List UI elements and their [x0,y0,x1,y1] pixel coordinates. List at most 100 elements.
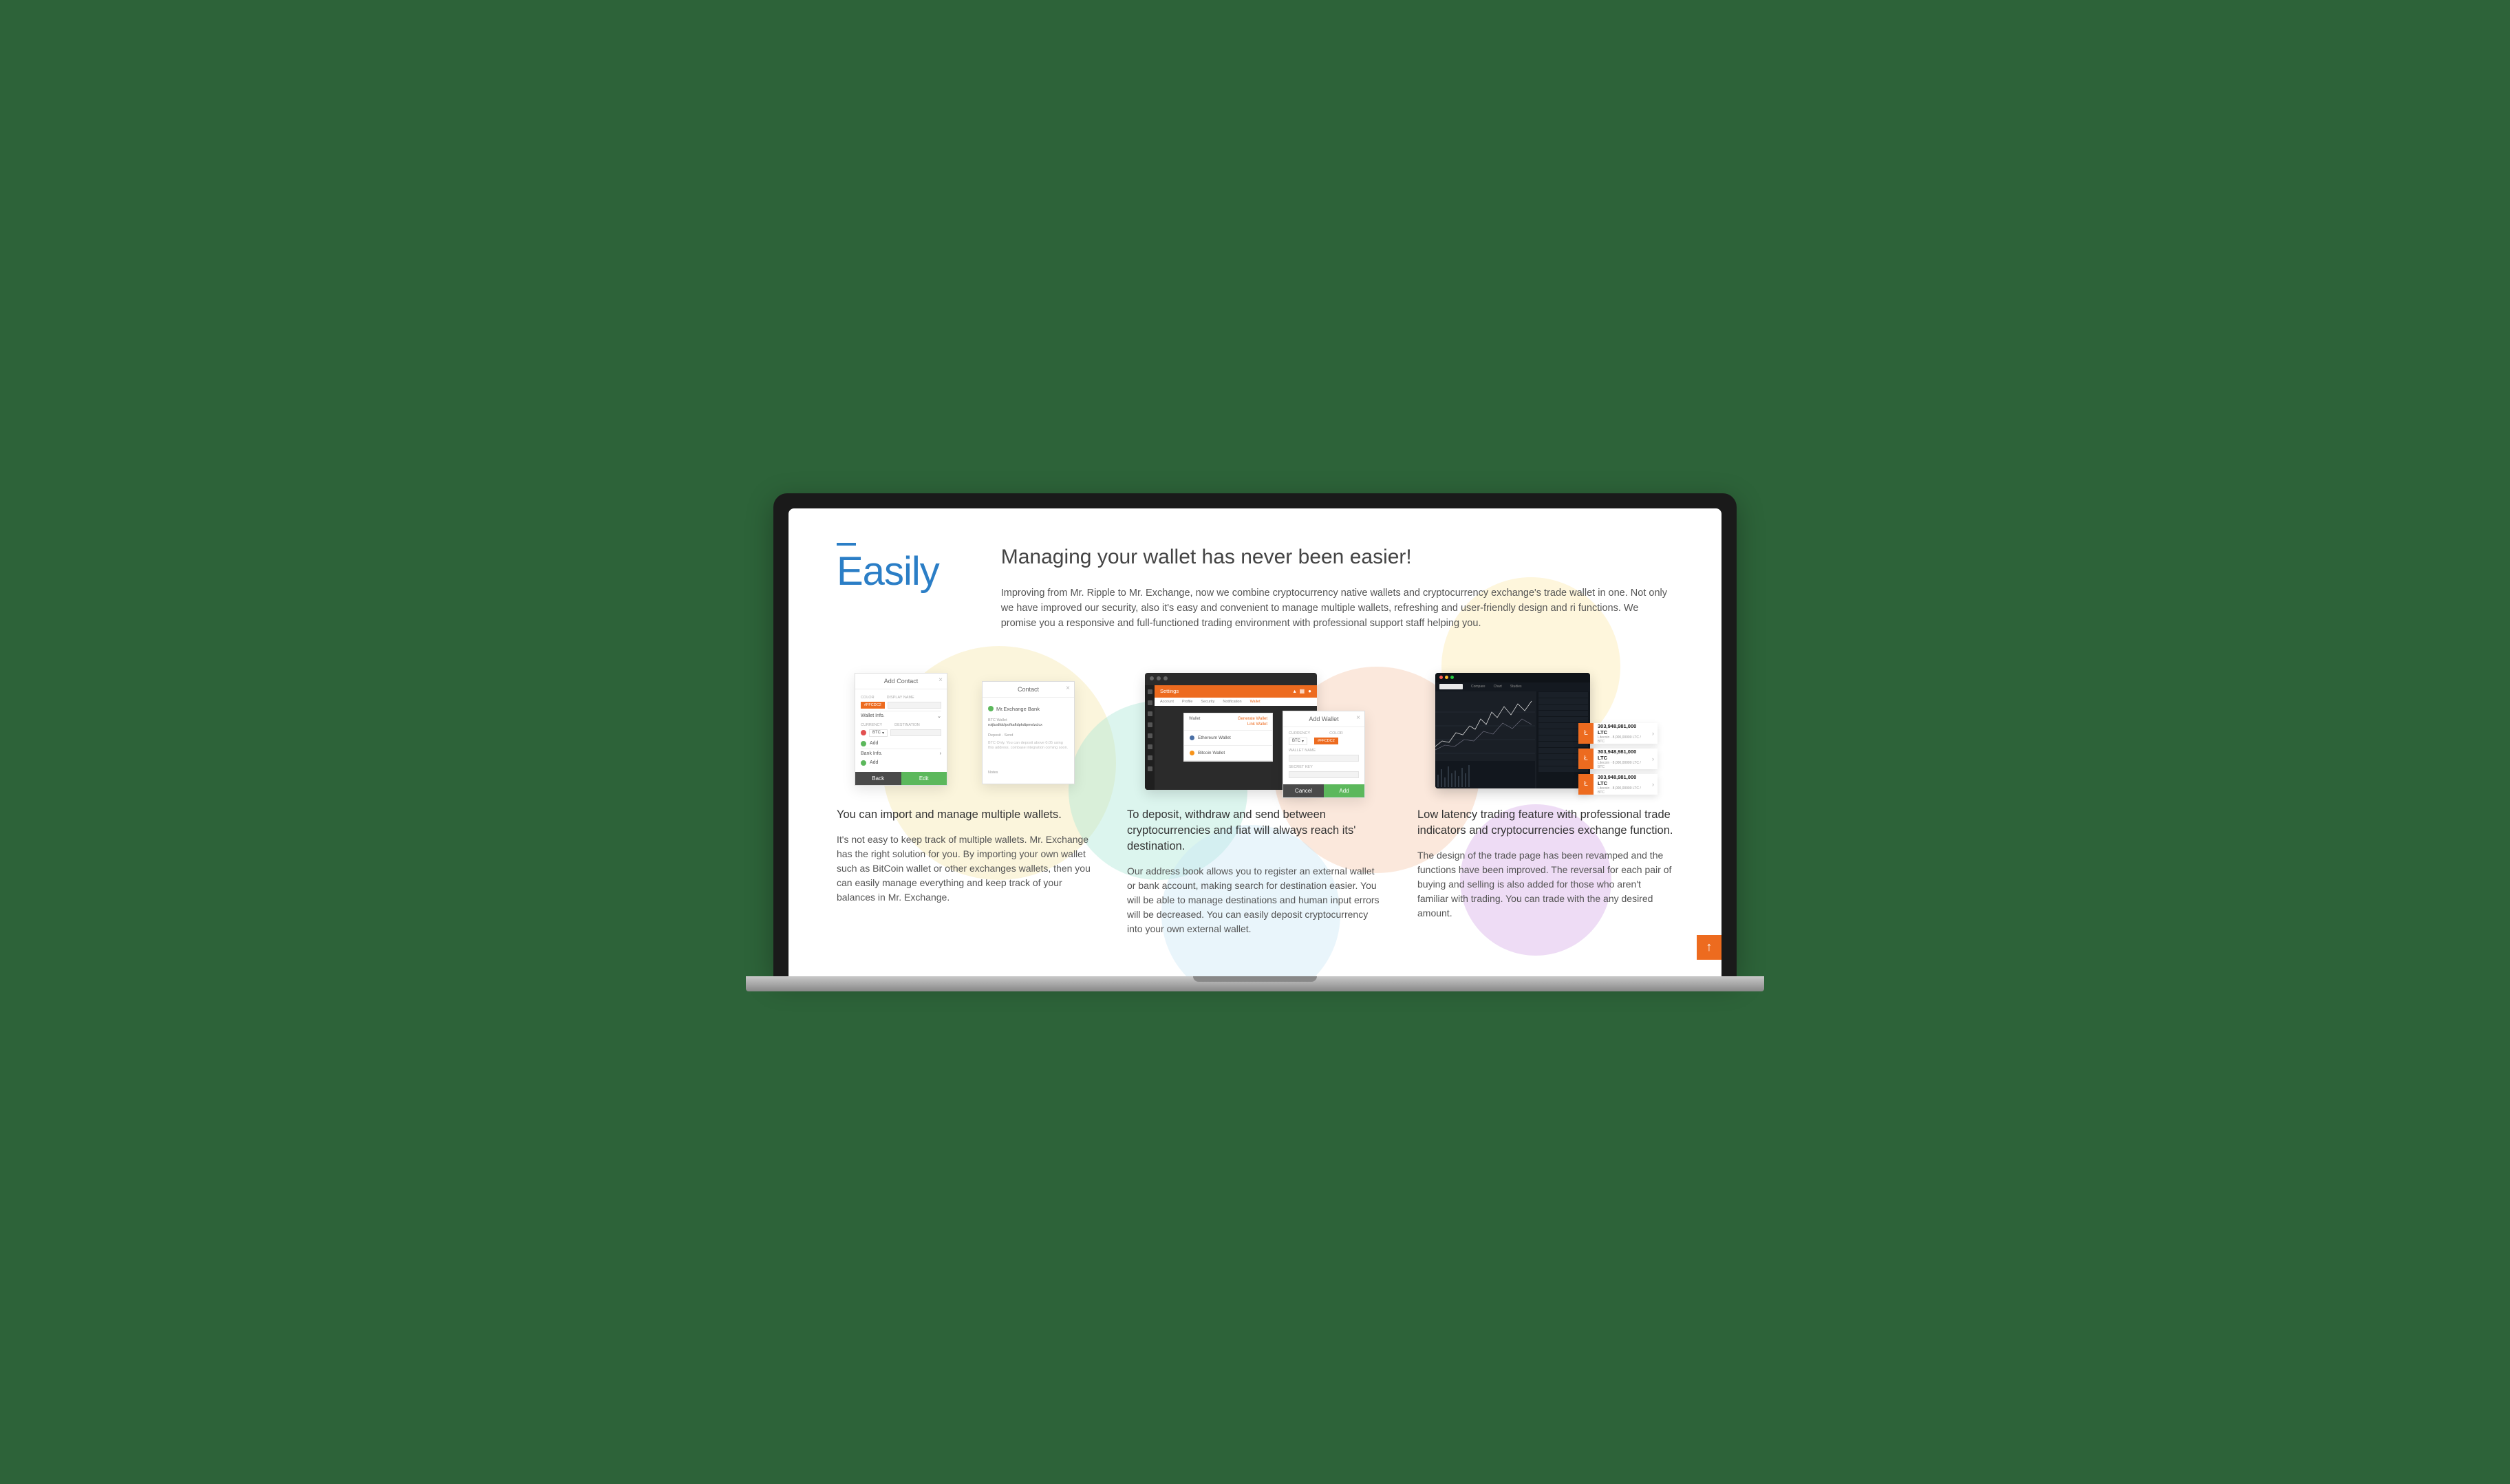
grid-icon[interactable]: ▦ [1300,688,1305,694]
balance-value: 303,948,981,000 LTC [1598,749,1644,761]
secret-key-input[interactable] [1289,771,1359,778]
feature-title: Low latency trading feature with profess… [1417,807,1673,839]
laptop-frame: Easily Managing your wallet has never be… [773,493,1737,991]
feature-body: It's not easy to keep track of multiple … [837,832,1093,905]
pair-select[interactable] [1439,684,1463,689]
nav-icon[interactable] [1148,755,1152,760]
chevron-down-icon[interactable]: ⌄ [937,713,941,719]
chevron-right-icon: › [1649,781,1658,788]
mockup-trading: Compare Chart Studies [1435,673,1655,793]
bell-icon[interactable]: ▴ [1294,688,1296,694]
label-secret-key: SECRET KEY [1289,765,1359,769]
nav-icon[interactable] [1148,711,1152,716]
currency-select[interactable]: BTC ▾ [1289,738,1307,745]
page-headline: Managing your wallet has never been easi… [1001,546,1673,569]
add-button[interactable]: Add [1324,784,1364,797]
nav-icon[interactable] [1148,766,1152,771]
chevron-right-icon[interactable]: › [940,751,941,756]
close-icon[interactable]: × [938,676,943,684]
currency-select[interactable]: BTC ▾ [869,729,888,737]
generate-wallet-link[interactable]: Generate Wallet [1238,717,1267,721]
chevron-right-icon: › [1649,730,1658,737]
link-wallet-link[interactable]: Link Wallet [1247,722,1267,727]
fine-print: BTC Only. You can deposit above 0.05 usi… [988,741,1069,751]
btc-wallet-label: BTC Wallet [988,718,1069,723]
tab-profile[interactable]: Profile [1182,700,1193,704]
display-name-input[interactable] [888,702,941,709]
settings-title: Settings [1160,688,1179,694]
wallet-info-header: Wallet Info. [861,713,885,719]
wallet-address: roijbzdfdcfpofkaftdpkdtpmvlzclcx [988,723,1069,728]
balance-card-ltc[interactable]: Ł 303,948,981,000 LTCLitecoin · 8,000,00… [1578,774,1658,795]
label-color: COLOR [861,696,875,700]
arrow-up-icon: ↑ [1706,940,1713,954]
add-contact-dialog: Add Contact× COLORDISPLAY NAME #FFCDC2 W… [855,673,947,786]
feature-body: The design of the trade page has been re… [1417,848,1673,921]
chart-tab-compare[interactable]: Compare [1471,685,1485,689]
label-color: COLOR [1329,731,1343,735]
chart-tab-studies[interactable]: Studies [1510,685,1522,689]
nav-icon[interactable] [1148,700,1152,705]
wallet-row-eth[interactable]: Ethereum Wallet [1184,731,1272,746]
tab-notification[interactable]: Notification [1223,700,1241,704]
page-content: Easily Managing your wallet has never be… [789,508,1721,976]
trade-window: Compare Chart Studies [1435,673,1590,788]
balance-card-ltc[interactable]: Ł 303,948,981,000 LTCLitecoin · 8,000,00… [1578,723,1658,744]
cancel-button[interactable]: Cancel [1283,784,1324,797]
add-icon[interactable] [861,760,866,766]
litecoin-icon: Ł [1578,749,1594,769]
scroll-top-button[interactable]: ↑ [1697,935,1721,960]
feature-title: To deposit, withdraw and send between cr… [1127,807,1383,854]
wallet-name-input[interactable] [1289,755,1359,762]
chart-tab-chart[interactable]: Chart [1494,685,1502,689]
tab-account[interactable]: Account [1160,700,1174,704]
tab-security[interactable]: Security [1201,700,1214,704]
back-button[interactable]: Back [855,772,901,785]
accent-bar [837,543,856,546]
nav-icon[interactable] [1148,744,1152,749]
wallet-row-btc[interactable]: Bitcoin Wallet [1184,746,1272,761]
nav-icon[interactable] [1148,689,1152,694]
status-dot-icon [988,706,994,711]
price-chart[interactable] [1435,691,1535,760]
dialog-title: Contact [1018,686,1039,693]
litecoin-icon: Ł [1578,723,1594,744]
remove-icon[interactable] [861,730,866,735]
edit-button[interactable]: Edit [901,772,947,785]
label-destination: DESTINATION [894,723,920,727]
balance-value: 303,948,981,000 LTC [1598,774,1644,786]
balance-sub: Litecoin · 8,000,00000 LTC / BTC [1598,735,1644,744]
bitcoin-icon [1190,751,1194,755]
close-icon[interactable]: × [1356,714,1360,722]
color-swatch[interactable]: #FFCDC2 [1314,738,1338,744]
ethereum-icon [1190,735,1194,740]
destination-input[interactable] [890,729,941,736]
balance-sub: Litecoin · 8,000,00000 LTC / BTC [1598,761,1644,769]
feature-trading: Compare Chart Studies [1417,673,1673,936]
contact-name: Mr.Exchange Bank [996,706,1040,712]
feature-deposit: Settings ▴ ▦● Account Profile Security No… [1127,673,1383,936]
add-wallet-label: Add [870,741,878,746]
label-currency: CURRENCY [861,723,882,727]
add-bank-label: Add [870,760,878,765]
page-intro: Improving from Mr. Ripple to Mr. Exchang… [1001,585,1673,632]
wallet-column-label: Wallet [1189,717,1200,721]
section-title: Easily [837,548,939,594]
nav-icon[interactable] [1148,733,1152,738]
tab-wallet[interactable]: Wallet [1250,700,1261,704]
balance-sub: Litecoin · 8,000,00000 LTC / BTC [1598,786,1644,795]
mockup-settings: Settings ▴ ▦● Account Profile Security No… [1145,673,1365,793]
settings-tabbar: Settings ▴ ▦● [1155,685,1317,698]
trade-history [1435,761,1535,788]
color-swatch[interactable]: #FFCDC2 [861,702,885,709]
deposit-label: Deposit · Send [988,733,1069,738]
add-icon[interactable] [861,741,866,746]
laptop-bezel: Easily Managing your wallet has never be… [773,493,1737,976]
feature-wallets: Add Contact× COLORDISPLAY NAME #FFCDC2 W… [837,673,1093,936]
balance-value: 303,948,981,000 LTC [1598,723,1644,735]
nav-icon[interactable] [1148,722,1152,727]
user-icon[interactable]: ● [1308,688,1311,694]
balance-card-ltc[interactable]: Ł 303,948,981,000 LTCLitecoin · 8,000,00… [1578,749,1658,769]
close-icon[interactable]: × [1066,685,1070,692]
wallets-panel: Wallet Generate Wallet Link Wallet Ether… [1183,713,1273,762]
